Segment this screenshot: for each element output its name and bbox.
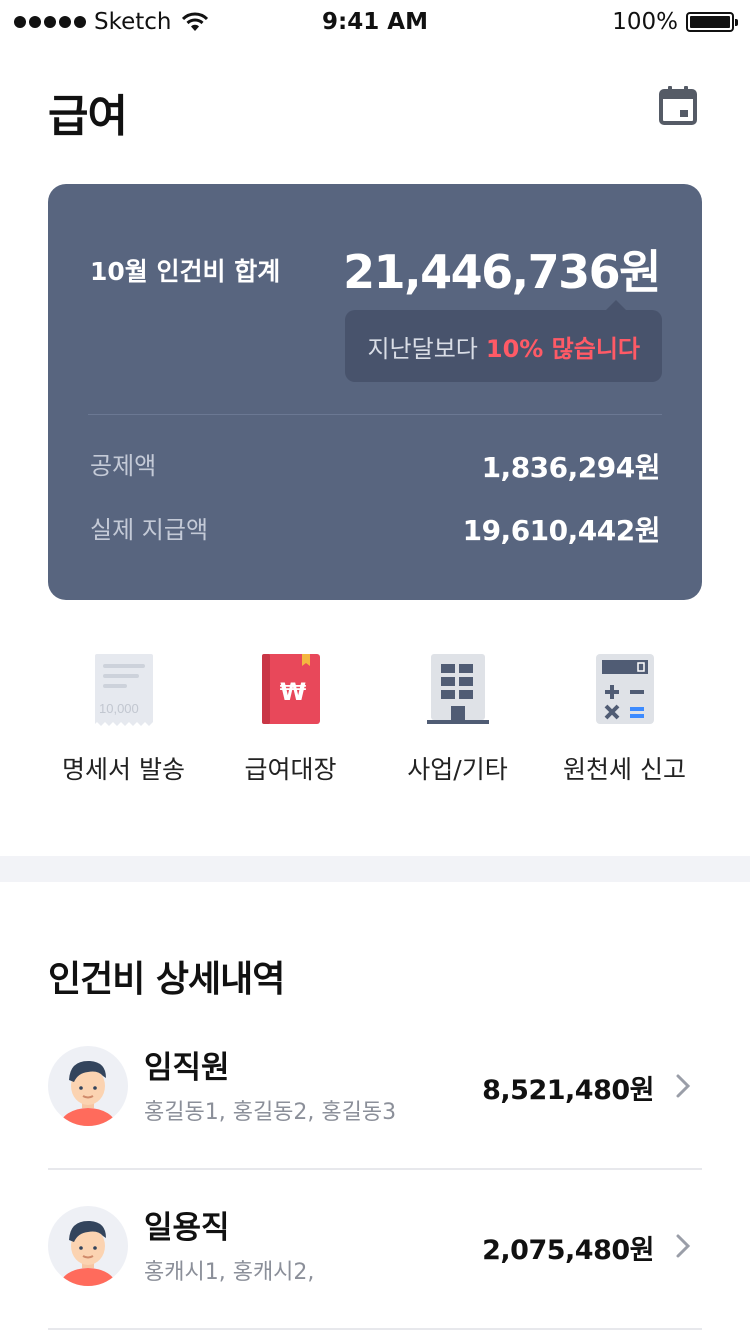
item-members: 홍캐시1, 홍캐시2, [144, 1260, 315, 1285]
action-label: 사업/기타 [407, 755, 508, 784]
chevron-right-icon [676, 1074, 691, 1098]
status-right: 100% [612, 9, 738, 35]
building-icon [426, 654, 489, 724]
payroll-ledger-button[interactable]: ₩ 급여대장 [207, 652, 374, 802]
comparison-tooltip: 지난달보다 10% 많습니다 [345, 300, 662, 382]
status-bar: Sketch 9:41 AM 100% [0, 0, 750, 44]
quick-actions: 10,000 명세서 발송 ₩ 급여대장 사업/기타 원천세 신고 [40, 652, 710, 802]
battery-icon [686, 12, 738, 32]
receipt-amount: 10,000 [99, 701, 139, 716]
battery-label: 100% [612, 9, 678, 35]
actual-pay-label: 실제 지급액 [90, 516, 209, 544]
avatar [48, 1046, 128, 1126]
avatar [48, 1206, 128, 1286]
item-amount: 8,521,480원 [482, 1075, 654, 1106]
item-name: 임직원 [144, 1050, 230, 1086]
action-label: 원천세 신고 [563, 755, 686, 784]
comparison-highlight: 10% 많습니다 [485, 334, 640, 363]
payroll-summary-card: 10월 인건비 합계 21,446,736원 지난달보다 10% 많습니다 공제… [48, 184, 702, 600]
receipt-icon: 10,000 [94, 654, 153, 726]
chevron-right-icon [676, 1234, 691, 1258]
calendar-button[interactable] [656, 84, 700, 128]
comparison-prefix: 지난달보다 [367, 334, 478, 363]
actual-pay-value: 19,610,442원 [462, 514, 661, 547]
section-separator [0, 856, 750, 882]
summary-label: 10월 인건비 합계 [90, 257, 281, 286]
deduction-value: 1,836,294원 [481, 451, 661, 484]
item-amount: 2,075,480원 [482, 1235, 654, 1266]
person-avatar-icon [60, 1220, 116, 1286]
item-name: 일용직 [144, 1210, 230, 1246]
page-title: 급여 [48, 91, 128, 142]
calendar-icon [659, 86, 697, 125]
list-item-daily-workers[interactable]: 일용직 홍캐시1, 홍캐시2, 2,075,480원 [48, 1170, 702, 1330]
section-title: 인건비 상세내역 [48, 959, 285, 1000]
summary-total: 21,446,736원 [343, 245, 661, 299]
ledger-book-icon: ₩ [261, 654, 320, 724]
deduction-label: 공제액 [90, 452, 157, 480]
business-other-button[interactable]: 사업/기타 [374, 652, 541, 802]
card-divider [88, 414, 662, 415]
person-avatar-icon [60, 1060, 116, 1126]
svg-text:₩: ₩ [279, 678, 306, 706]
calculator-icon [595, 654, 654, 724]
list-item-employees[interactable]: 임직원 홍길동1, 홍길동2, 홍길동3 8,521,480원 [48, 1010, 702, 1170]
withholding-tax-button[interactable]: 원천세 신고 [541, 652, 708, 802]
item-members: 홍길동1, 홍길동2, 홍길동3 [144, 1100, 397, 1125]
action-label: 명세서 발송 [62, 755, 185, 784]
send-payslip-button[interactable]: 10,000 명세서 발송 [40, 652, 207, 802]
action-label: 급여대장 [244, 755, 337, 784]
